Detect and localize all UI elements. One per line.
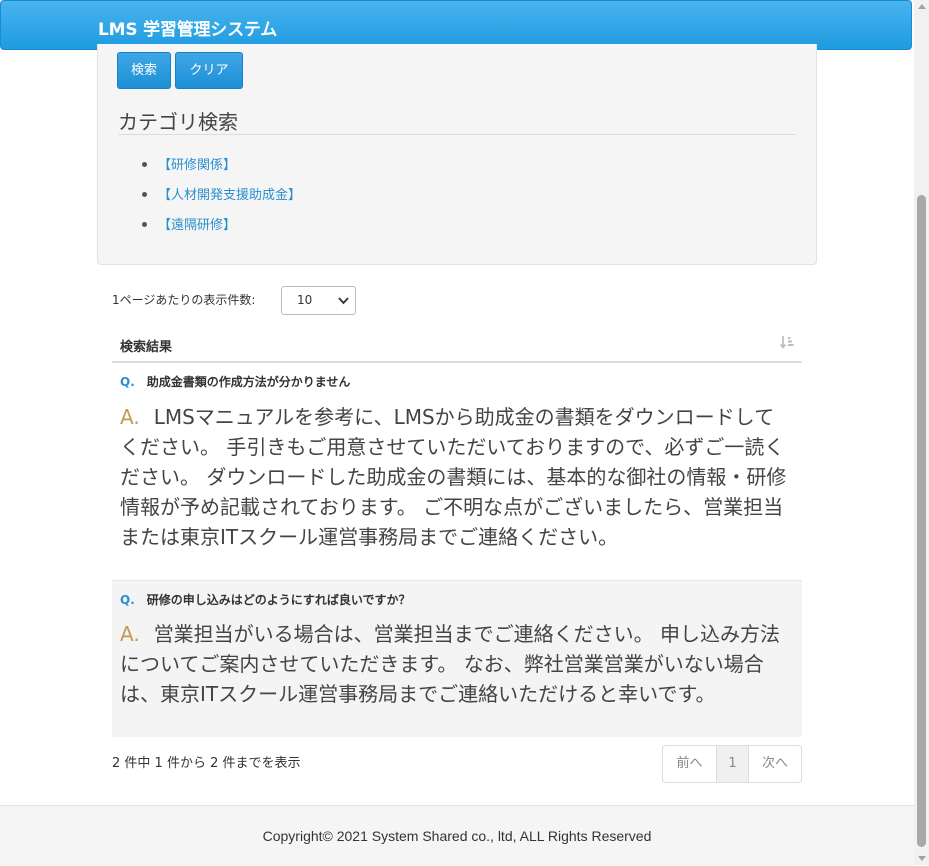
footer: Copyright© 2021 System Shared co., ltd, … bbox=[0, 805, 914, 866]
page-1-button[interactable]: 1 bbox=[717, 746, 749, 782]
category-divider bbox=[118, 134, 796, 135]
answer-text: 営業担当がいる場合は、営業担当までご連絡ください。 申し込み方法についてご案内さ… bbox=[120, 622, 781, 706]
prev-page-button[interactable]: 前へ bbox=[663, 746, 717, 782]
scroll-up-arrow-icon[interactable] bbox=[918, 4, 926, 9]
copyright-text: Copyright© 2021 System Shared co., ltd, … bbox=[262, 828, 652, 844]
scroll-down-arrow-icon[interactable] bbox=[918, 856, 926, 861]
table-info: 2 件中 1 件から 2 件までを表示 bbox=[112, 756, 301, 771]
question-mark: Q. bbox=[120, 593, 135, 607]
table-row: Q. 助成金書類の作成方法が分かりません A. LMSマニュアルを参考に、LMSから… bbox=[112, 363, 802, 580]
question-text: 助成金書類の作成方法が分かりません bbox=[146, 375, 351, 389]
answer: A. 営業担当がいる場合は、営業担当までご連絡ください。 申し込み方法についてご案… bbox=[120, 619, 792, 709]
answer: A. LMSマニュアルを参考に、LMSから助成金の書類をダウンロードしてください。… bbox=[120, 402, 792, 552]
app-brand[interactable]: LMS 学習管理システム bbox=[98, 15, 277, 40]
table-row: Q. 研修の申し込みはどのようにすれば良いですか？ A. 営業担当がいる場合は、営業… bbox=[112, 580, 802, 737]
clear-button[interactable]: クリア bbox=[175, 52, 243, 89]
per-page-select[interactable]: 10 bbox=[281, 286, 356, 315]
top-navbar: LMS 学習管理システム bbox=[0, 0, 912, 50]
next-page-button[interactable]: 次へ bbox=[749, 746, 801, 782]
answer-text: LMSマニュアルを参考に、LMSから助成金の書類をダウンロードしてください。 手… bbox=[120, 405, 787, 549]
category-link-remote[interactable]: 【遠隔研修】 bbox=[158, 214, 236, 233]
question: Q. 研修の申し込みはどのようにすれば良いですか？ bbox=[120, 591, 411, 608]
pagination: 前へ 1 次へ bbox=[662, 745, 802, 783]
category-link-subsidy[interactable]: 【人材開発支援助成金】 bbox=[158, 184, 301, 203]
chevron-down-icon bbox=[338, 288, 349, 323]
category-search-title: カテゴリ検索 bbox=[118, 110, 238, 134]
question-mark: Q. bbox=[120, 375, 135, 389]
question: Q. 助成金書類の作成方法が分かりません bbox=[120, 373, 350, 390]
answer-mark: A. bbox=[120, 405, 140, 429]
question-text: 研修の申し込みはどのようにすれば良いですか？ bbox=[146, 593, 411, 607]
category-link-training[interactable]: 【研修関係】 bbox=[158, 154, 236, 173]
sort-icon[interactable] bbox=[779, 335, 794, 353]
answer-mark: A. bbox=[120, 622, 140, 646]
search-button[interactable]: 検索 bbox=[117, 52, 171, 89]
results-header-label[interactable]: 検索結果 bbox=[120, 336, 172, 355]
scrollbar-thumb[interactable] bbox=[917, 195, 926, 847]
per-page-value: 10 bbox=[297, 293, 313, 307]
per-page-label: 1ページあたりの表示件数: bbox=[112, 293, 256, 307]
results-table-header: 検索結果 bbox=[112, 326, 802, 363]
vertical-scrollbar[interactable] bbox=[914, 0, 929, 865]
